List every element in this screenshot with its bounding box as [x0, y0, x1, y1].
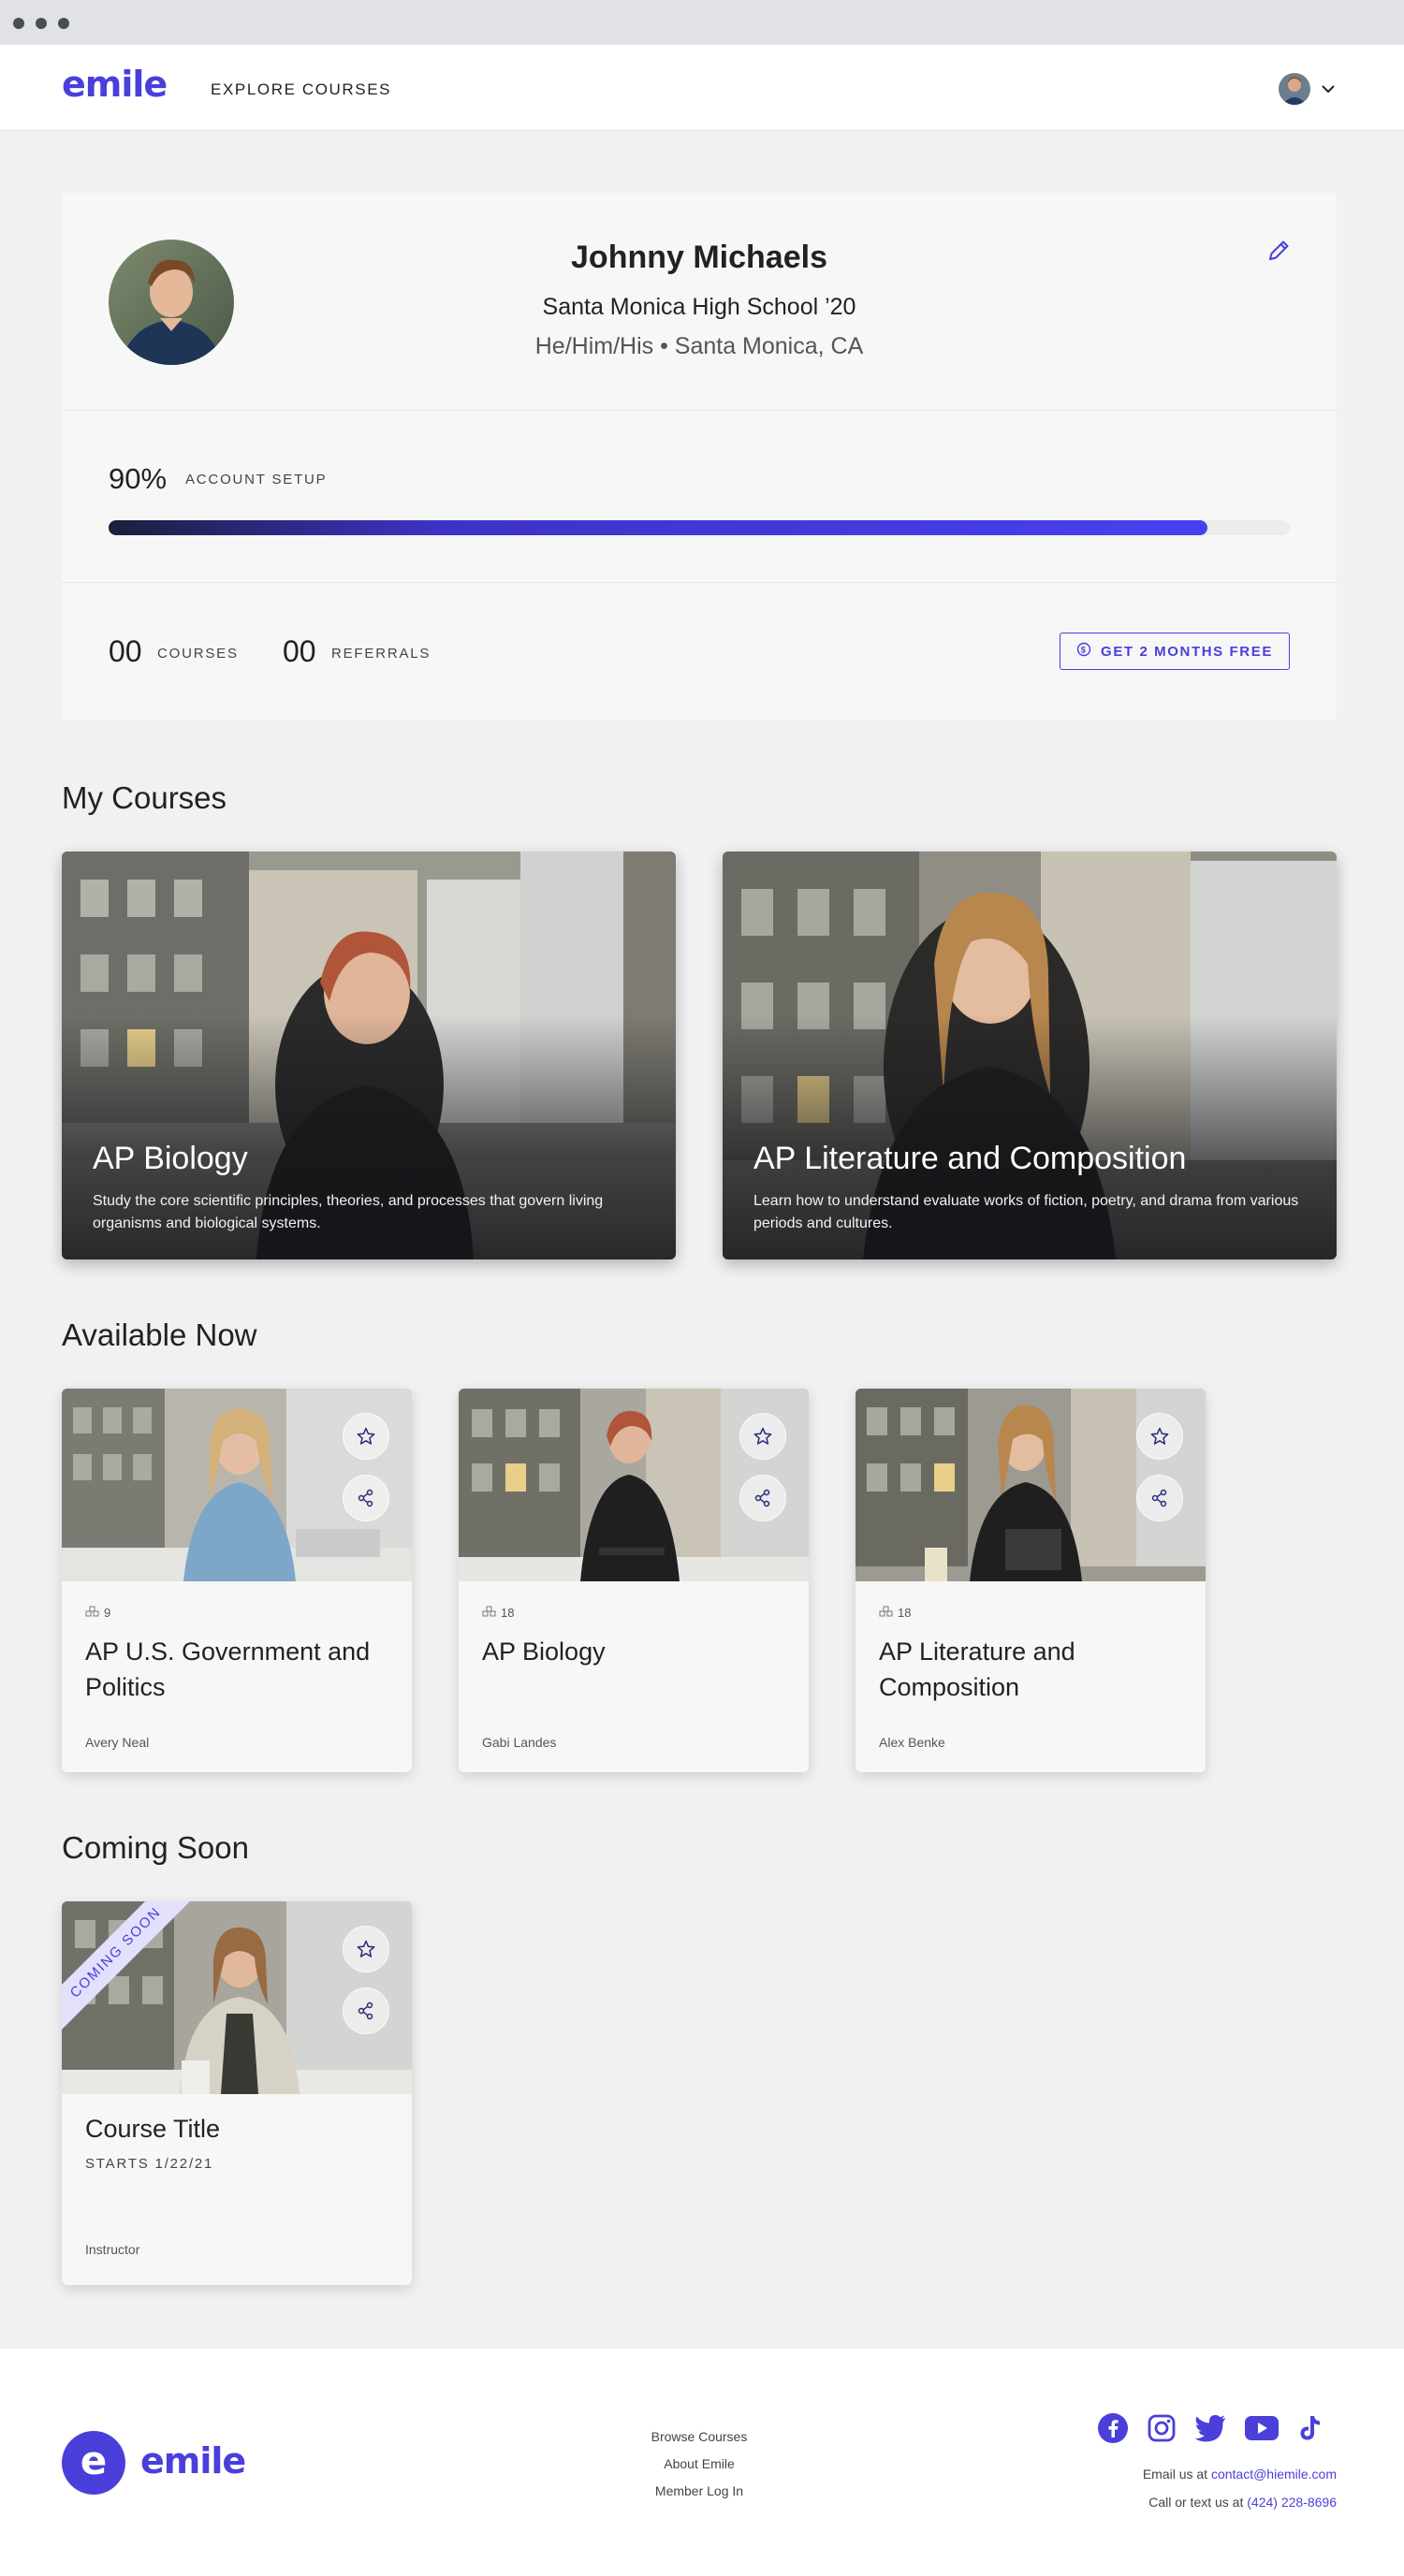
- course-title: AP Biology: [482, 1637, 606, 1666]
- setup-percent: 90%: [109, 462, 168, 495]
- share-icon[interactable]: [343, 1475, 389, 1521]
- course-card[interactable]: 18 AP Biology Gabi Landes: [459, 1389, 809, 1772]
- my-course-description: Study the core scientific principles, th…: [93, 1193, 604, 1231]
- course-title: AP Literature and Composition: [879, 1637, 1075, 1701]
- profile-card: Johnny Michaels Santa Monica High School…: [62, 193, 1337, 720]
- window-close-dot[interactable]: [13, 18, 24, 29]
- footer-links: Browse Courses About Emile Member Log In: [599, 2423, 799, 2505]
- course-meta: 18: [482, 1606, 514, 1620]
- my-course-description: Learn how to understand evaluate works o…: [753, 1193, 1299, 1231]
- lesson-count: 18: [501, 1606, 515, 1620]
- courses-label: COURSES: [157, 646, 239, 662]
- browser-chrome: [0, 0, 1404, 45]
- course-card[interactable]: 9 AP U.S. Government and Politics Avery …: [62, 1389, 412, 1772]
- course-thumbnail: [459, 1389, 809, 1581]
- referrals-label: REFERRALS: [331, 646, 431, 662]
- star-favorite-icon[interactable]: [343, 1926, 389, 1972]
- tiktok-icon[interactable]: [1297, 2414, 1322, 2447]
- layers-icon: [85, 1606, 100, 1620]
- share-icon[interactable]: [739, 1475, 786, 1521]
- get-free-months-label: GET 2 MONTHS FREE: [1101, 643, 1273, 660]
- email-prefix: Email us at: [1142, 2467, 1211, 2481]
- instagram-icon[interactable]: [1147, 2413, 1177, 2448]
- coming-soon-card[interactable]: COMING SOON Course Title STARTS 1/22/21 …: [62, 1901, 412, 2285]
- my-course-card[interactable]: AP Biology Study the core scientific pri…: [62, 851, 676, 1259]
- course-instructor: Instructor: [85, 2242, 140, 2257]
- my-course-title: AP Biology: [93, 1141, 248, 1176]
- top-navbar: emile EXPLORE COURSES: [0, 45, 1404, 131]
- email-link[interactable]: contact@hiemile.com: [1211, 2467, 1337, 2481]
- star-favorite-icon[interactable]: [343, 1413, 389, 1460]
- share-icon[interactable]: [1136, 1475, 1183, 1521]
- footer-link-browse-courses[interactable]: Browse Courses: [599, 2423, 799, 2451]
- footer-logo-mark[interactable]: e: [62, 2431, 125, 2495]
- setup-label: ACCOUNT SETUP: [185, 472, 328, 488]
- profile-school: Santa Monica High School ’20: [542, 294, 856, 320]
- course-title: Course Title: [85, 2115, 221, 2143]
- course-instructor: Avery Neal: [85, 1735, 150, 1750]
- footer: e emile Browse Courses About Emile Membe…: [0, 2349, 1404, 2576]
- my-course-title: AP Literature and Composition: [753, 1141, 1187, 1176]
- available-now-heading: Available Now: [62, 1317, 257, 1352]
- star-favorite-icon[interactable]: [739, 1413, 786, 1460]
- course-title: AP U.S. Government and Politics: [85, 1637, 371, 1701]
- window-minimize-dot[interactable]: [36, 18, 47, 29]
- footer-link-member-login[interactable]: Member Log In: [599, 2478, 799, 2505]
- lesson-count: 9: [104, 1606, 111, 1620]
- my-course-card[interactable]: AP Literature and Composition Learn how …: [723, 851, 1337, 1259]
- chevron-down-icon[interactable]: [1320, 80, 1337, 97]
- setup-progress-fill: [109, 520, 1207, 535]
- pencil-edit-icon[interactable]: [1264, 236, 1294, 266]
- phone-prefix: Call or text us at: [1148, 2495, 1248, 2510]
- window-maximize-dot[interactable]: [58, 18, 69, 29]
- dollar-circle-icon: $: [1076, 642, 1091, 661]
- share-icon[interactable]: [343, 1987, 389, 2034]
- footer-phone: Call or text us at (424) 228-8696: [962, 2495, 1337, 2510]
- courses-count: 00: [109, 634, 142, 668]
- course-card[interactable]: 18 AP Literature and Composition Alex Be…: [856, 1389, 1206, 1772]
- footer-logo[interactable]: emile: [140, 2440, 246, 2481]
- get-free-months-button[interactable]: $ GET 2 MONTHS FREE: [1060, 633, 1290, 670]
- profile-pronouns-location: He/Him/His • Santa Monica, CA: [534, 333, 864, 359]
- my-courses-heading: My Courses: [62, 780, 227, 815]
- course-thumbnail: COMING SOON: [62, 1901, 412, 2094]
- course-thumbnail: [856, 1389, 1206, 1581]
- divider: [62, 410, 1337, 411]
- coming-soon-heading: Coming Soon: [62, 1830, 249, 1865]
- course-meta: 18: [879, 1606, 911, 1620]
- layers-icon: [482, 1606, 497, 1620]
- course-meta: 9: [85, 1606, 110, 1620]
- phone-link[interactable]: (424) 228-8696: [1247, 2495, 1337, 2510]
- svg-text:$: $: [1081, 646, 1088, 655]
- course-thumbnail: [62, 1389, 412, 1581]
- footer-email: Email us at contact@hiemile.com: [962, 2467, 1337, 2481]
- youtube-icon[interactable]: [1244, 2415, 1280, 2446]
- social-links: [1097, 2412, 1322, 2449]
- divider: [62, 582, 1337, 583]
- emile-logo[interactable]: emile: [62, 64, 168, 105]
- star-favorite-icon[interactable]: [1136, 1413, 1183, 1460]
- setup-progress-bar: [109, 520, 1290, 535]
- user-avatar[interactable]: [1279, 73, 1310, 105]
- profile-name: Johnny Michaels: [571, 240, 827, 275]
- facebook-icon[interactable]: [1097, 2412, 1129, 2449]
- course-start-date: STARTS 1/22/21: [85, 2156, 214, 2172]
- course-instructor: Gabi Landes: [482, 1735, 557, 1750]
- lesson-count: 18: [898, 1606, 912, 1620]
- footer-link-about[interactable]: About Emile: [599, 2451, 799, 2478]
- course-instructor: Alex Benke: [879, 1735, 945, 1750]
- twitter-icon[interactable]: [1194, 2414, 1226, 2447]
- referrals-count: 00: [283, 634, 316, 668]
- explore-courses-link[interactable]: EXPLORE COURSES: [211, 80, 391, 99]
- layers-icon: [879, 1606, 894, 1620]
